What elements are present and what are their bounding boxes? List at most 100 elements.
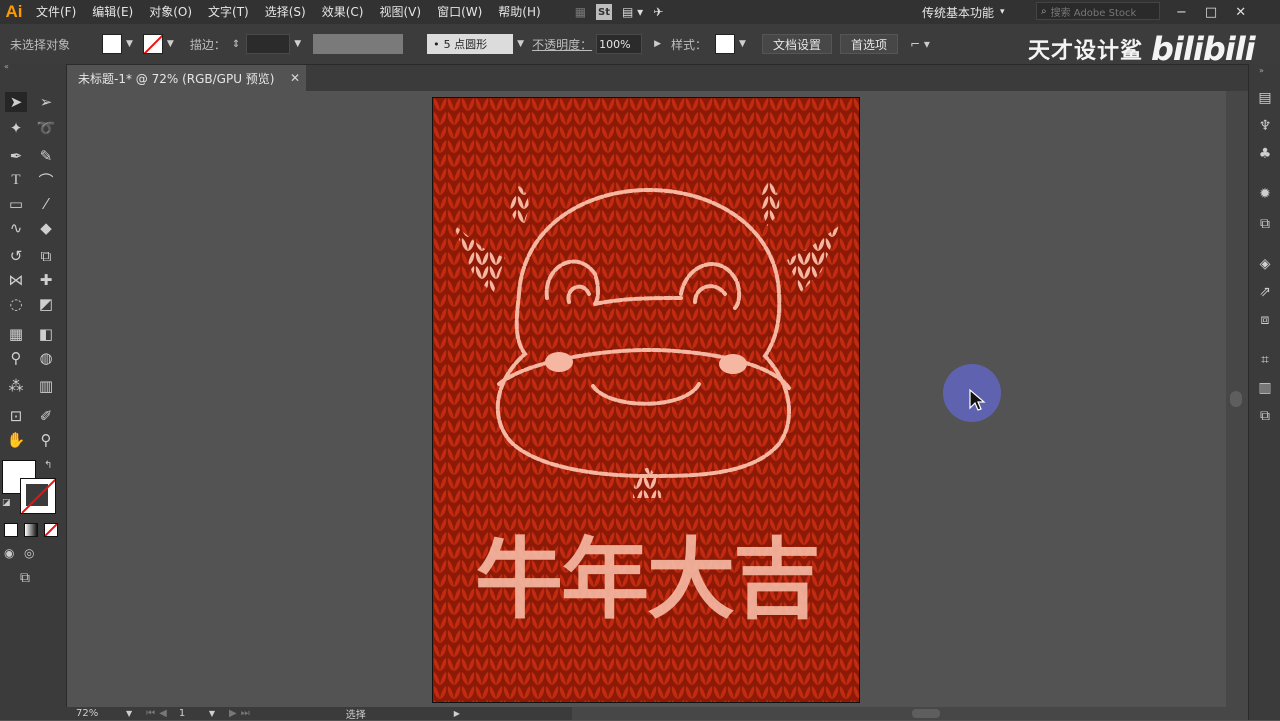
pathfinder-panel-icon[interactable]: ⧈: [1255, 310, 1275, 330]
previous-artboard-icon[interactable]: ◀: [159, 708, 167, 719]
shaper-tool-icon[interactable]: ∿: [5, 218, 27, 238]
close-button[interactable]: ✕: [1235, 5, 1246, 20]
mesh-tool-icon[interactable]: ▦: [5, 324, 27, 344]
transform-panel-icon[interactable]: ⌗: [1255, 350, 1275, 370]
chevron-down-icon[interactable]: ▼: [209, 709, 215, 718]
eraser-tool-icon[interactable]: ◆: [35, 218, 57, 238]
first-artboard-icon[interactable]: ⏮: [146, 708, 155, 719]
screen-mode-icon[interactable]: ⧉: [20, 570, 30, 586]
chevron-down-icon[interactable]: ▼: [517, 39, 524, 49]
rectangle-tool-icon[interactable]: ▭: [5, 194, 27, 214]
none-mode-button[interactable]: [44, 523, 58, 537]
artboard-number[interactable]: 1: [179, 708, 209, 719]
stock-search-input[interactable]: ⌕ 搜索 Adobe Stock: [1036, 2, 1160, 20]
scale-tool-icon[interactable]: ⧉: [35, 246, 57, 266]
menu-object[interactable]: 对象(O): [141, 0, 200, 24]
chevron-down-icon[interactable]: ▼: [739, 39, 746, 49]
chevron-down-icon[interactable]: ▼: [126, 709, 132, 718]
stroke-weight-input[interactable]: [246, 34, 291, 54]
vertical-scrollbar[interactable]: [1226, 91, 1248, 707]
menu-edit[interactable]: 编辑(E): [84, 0, 141, 24]
maximize-button[interactable]: □: [1205, 5, 1217, 20]
gpu-performance-icon[interactable]: ✈: [653, 5, 663, 19]
artboard[interactable]: 牛年大吉: [432, 97, 860, 703]
magic-wand-tool-icon[interactable]: ✦: [5, 118, 27, 138]
document-tab[interactable]: 未标题-1* @ 72% (RGB/GPU 预览) ✕: [70, 65, 306, 91]
arrange-documents-icon[interactable]: ▤ ▾: [622, 5, 643, 19]
gradient-tool-icon[interactable]: ◧: [35, 324, 57, 344]
preferences-button[interactable]: 首选项: [839, 34, 898, 54]
blend-tool-icon[interactable]: ◍: [35, 348, 57, 368]
vertical-scroll-thumb[interactable]: [1230, 391, 1242, 407]
paintbrush-tool-icon[interactable]: ⁄: [35, 194, 57, 214]
bridge-icon[interactable]: ▦: [575, 5, 586, 19]
menu-window[interactable]: 窗口(W): [429, 0, 490, 24]
eyedropper-tool-icon[interactable]: ⚲: [5, 348, 27, 368]
type-tool-icon[interactable]: T: [5, 170, 27, 190]
expand-panels-icon[interactable]: »: [1259, 66, 1264, 75]
menu-effect[interactable]: 效果(C): [314, 0, 372, 24]
menu-select[interactable]: 选择(S): [257, 0, 314, 24]
menu-help[interactable]: 帮助(H): [490, 0, 548, 24]
opacity-input[interactable]: 100%: [596, 34, 643, 54]
chevron-down-icon[interactable]: ▼: [294, 39, 301, 49]
variable-width-profile[interactable]: [313, 34, 404, 54]
chevron-down-icon[interactable]: ▼: [167, 39, 174, 49]
appearance-panel-icon[interactable]: ✹: [1255, 184, 1275, 204]
zoom-tool-icon[interactable]: ⚲: [35, 430, 57, 450]
artboards-panel-icon[interactable]: ⇗: [1255, 282, 1275, 302]
default-colors-icon[interactable]: ◪: [2, 498, 11, 508]
color-mode-button[interactable]: [4, 523, 18, 537]
slice-tool-icon[interactable]: ✐: [35, 406, 57, 426]
gradient-mode-button[interactable]: [24, 523, 38, 537]
lasso-tool-icon[interactable]: ➰: [35, 118, 57, 138]
brush-definition[interactable]: • 5 点圆形: [427, 34, 514, 54]
curvature-tool-icon[interactable]: ✎: [35, 146, 57, 166]
menu-type[interactable]: 文字(T): [200, 0, 257, 24]
workspace-switcher[interactable]: 传统基本功能 ▾: [922, 0, 1005, 24]
stock-icon[interactable]: St: [596, 4, 613, 20]
status-arrow-icon[interactable]: ▶: [454, 709, 460, 718]
minimize-button[interactable]: −: [1176, 5, 1187, 20]
brushes-panel-icon[interactable]: ♆: [1255, 116, 1275, 136]
arrange-icon[interactable]: ⌐ ▾: [910, 37, 930, 51]
menu-view[interactable]: 视图(V): [371, 0, 429, 24]
hand-tool-icon[interactable]: ✋: [5, 430, 27, 450]
layers-panel-icon[interactable]: ◈: [1255, 254, 1275, 274]
stroke-label[interactable]: 描边：: [190, 36, 226, 53]
perspective-grid-tool-icon[interactable]: ◩: [35, 294, 57, 314]
stroke-color-swatch[interactable]: [142, 34, 163, 54]
export-panel-icon[interactable]: ⧉: [1255, 214, 1275, 234]
pen-tool-icon[interactable]: ✒: [5, 146, 27, 166]
arrange-panel-icon[interactable]: ⧉: [1255, 406, 1275, 426]
symbols-panel-icon[interactable]: ♣: [1255, 144, 1275, 164]
last-artboard-icon[interactable]: ⏭: [241, 708, 250, 719]
symbol-sprayer-tool-icon[interactable]: ⁂: [5, 376, 27, 396]
width-tool-icon[interactable]: ⋈: [5, 270, 27, 290]
next-artboard-icon[interactable]: ▶: [229, 708, 237, 719]
align-panel-icon[interactable]: ▥: [1255, 378, 1275, 398]
artboard-tool-icon[interactable]: ⊡: [5, 406, 27, 426]
chevron-right-icon[interactable]: ▶: [654, 39, 661, 49]
line-tool-icon[interactable]: ⌒: [35, 170, 57, 190]
fill-color-swatch[interactable]: [102, 34, 122, 54]
rotate-tool-icon[interactable]: ↺: [5, 246, 27, 266]
shape-builder-tool-icon[interactable]: ◌: [5, 294, 27, 314]
puppet-warp-tool-icon[interactable]: ✚: [35, 270, 57, 290]
horizontal-scroll-thumb[interactable]: [912, 709, 940, 718]
direct-selection-tool-icon[interactable]: ➢: [35, 92, 57, 112]
draw-behind-icon[interactable]: ◎: [24, 546, 34, 560]
chevron-down-icon[interactable]: ▼: [126, 39, 133, 49]
stroke-weight-stepper[interactable]: ⇕: [232, 39, 240, 50]
menu-file[interactable]: 文件(F): [28, 0, 84, 24]
stroke-swatch[interactable]: [20, 478, 56, 514]
draw-normal-icon[interactable]: ◉: [4, 546, 14, 560]
document-setup-button[interactable]: 文档设置: [761, 34, 832, 54]
close-icon[interactable]: ✕: [290, 71, 300, 85]
collapse-toolbar-icon[interactable]: «: [4, 62, 9, 71]
properties-panel-icon[interactable]: ▤: [1255, 88, 1275, 108]
swap-colors-icon[interactable]: ↰: [44, 460, 52, 471]
graphic-style-swatch[interactable]: [715, 34, 736, 54]
horizontal-scrollbar[interactable]: [572, 707, 1248, 720]
zoom-level[interactable]: 72%: [76, 708, 116, 719]
